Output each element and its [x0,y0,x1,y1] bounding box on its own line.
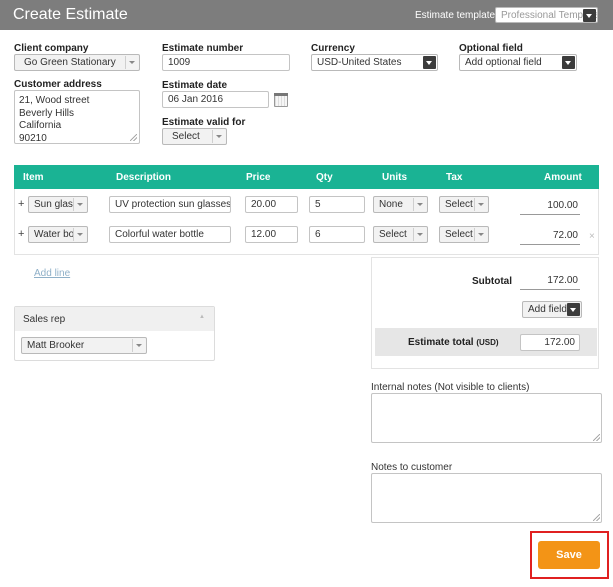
sales-rep-value: Matt Brooker [27,340,85,351]
estimate-valid-for-value: Select [172,131,200,142]
units-select[interactable]: None [373,196,428,213]
tax-select[interactable]: Select [439,196,489,213]
column-header-item: Item [23,172,44,183]
chevron-down-icon [474,228,487,241]
estimate-template-select[interactable]: Professional Template [495,7,598,23]
page-title: Create Estimate [13,6,128,23]
customer-address-textarea[interactable]: 21, Wood street Beverly Hills California… [14,90,140,144]
save-button[interactable]: Save [538,541,600,569]
customer-notes-label: Notes to customer [371,462,453,473]
description-input[interactable]: Colorful water bottle [109,226,231,243]
currency-value: USD-United States [317,57,402,68]
description-input[interactable]: UV protection sun glasses [109,196,231,213]
units-value: Select [379,229,407,240]
column-header-description: Description [116,172,172,183]
customer-address-label: Customer address [14,79,102,90]
chevron-down-icon [474,198,487,211]
expand-row-icon[interactable]: + [18,228,24,240]
currency-select[interactable]: USD-United States [311,54,438,71]
client-company-label: Client company [14,43,89,54]
item-select[interactable]: Water bot [28,226,88,243]
collapse-icon[interactable]: ▲ [199,314,205,320]
estimate-total-text: Estimate total [408,337,474,348]
client-company-select[interactable]: Go Green Stationary [14,54,140,71]
customer-notes-textarea[interactable] [371,473,602,523]
tax-value: Select [445,229,473,240]
add-line-link[interactable]: Add line [34,268,70,279]
remove-row-icon[interactable]: × [589,231,595,242]
estimate-template-label: Estimate template [415,10,496,21]
item-value: Water bot [34,229,77,240]
internal-notes-textarea[interactable] [371,393,602,443]
column-header-units: Units [382,172,407,183]
address-line: Beverly Hills [19,107,75,119]
chevron-down-icon [73,198,86,211]
column-header-qty: Qty [316,172,333,183]
estimate-total-value: 172.00 [520,334,580,351]
subtotal-value: 172.00 [520,275,580,290]
estimate-number-input[interactable]: 1009 [162,54,290,71]
chevron-down-icon [423,56,436,69]
estimate-valid-for-select[interactable]: Select [162,128,227,145]
address-line: California [19,120,62,131]
subtotal-label: Subtotal [472,276,512,287]
chevron-down-icon [562,56,575,69]
chevron-down-icon [413,198,426,211]
chevron-down-icon [73,228,86,241]
line-items-header [14,165,599,189]
resize-handle-icon[interactable] [593,514,600,521]
add-field-value: Add field [528,304,567,315]
resize-handle-icon[interactable] [593,434,600,441]
chevron-down-icon [583,9,596,22]
estimate-total-currency: (USD) [476,338,499,347]
page-header: Create Estimate Estimate template Profes… [0,0,613,30]
units-select[interactable]: Select [373,226,428,243]
amount-value: 72.00 [520,230,580,245]
chevron-down-icon [125,56,138,69]
expand-row-icon[interactable]: + [18,198,24,210]
address-line: 21, Wood street [19,95,90,106]
price-input[interactable]: 20.00 [245,196,298,213]
address-line: 90210 [19,132,47,144]
estimate-date-input[interactable]: 06 Jan 2016 [162,91,269,108]
calendar-icon[interactable] [274,93,288,107]
chevron-down-icon [567,303,580,316]
optional-field-select[interactable]: Add optional field [459,54,577,71]
internal-notes-label: Internal notes (Not visible to clients) [371,382,530,393]
sales-rep-label: Sales rep [23,314,66,325]
estimate-total-label: Estimate total (USD) [408,337,499,348]
qty-input[interactable]: 5 [309,196,365,213]
item-value: Sun glass [34,199,78,210]
qty-input[interactable]: 6 [309,226,365,243]
add-field-select[interactable]: Add field [522,301,582,318]
units-value: None [379,199,403,210]
client-company-value: Go Green Stationary [24,57,116,68]
item-select[interactable]: Sun glass [28,196,88,213]
column-header-price: Price [246,172,271,183]
chevron-down-icon [132,339,145,352]
column-header-amount: Amount [544,172,582,183]
resize-handle-icon[interactable] [130,134,137,141]
sales-rep-select[interactable]: Matt Brooker [21,337,147,354]
tax-value: Select [445,199,473,210]
estimate-number-label: Estimate number [162,43,244,54]
tax-select[interactable]: Select [439,226,489,243]
column-header-tax: Tax [446,172,463,183]
chevron-down-icon [413,228,426,241]
optional-field-label: Optional field [459,43,523,54]
amount-value: 100.00 [520,200,580,215]
currency-label: Currency [311,43,355,54]
estimate-valid-for-label: Estimate valid for [162,117,246,128]
optional-field-value: Add optional field [465,57,542,68]
estimate-date-label: Estimate date [162,80,228,91]
price-input[interactable]: 12.00 [245,226,298,243]
chevron-down-icon [212,130,225,143]
